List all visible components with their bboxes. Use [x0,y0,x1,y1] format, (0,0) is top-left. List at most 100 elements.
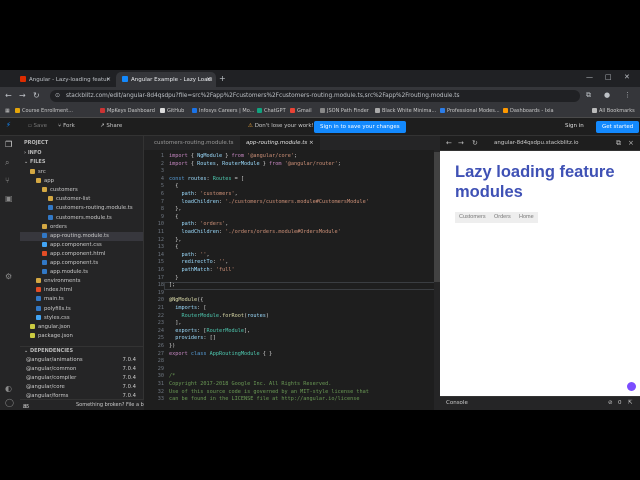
reload-icon[interactable]: ↻ [472,139,478,147]
fork-button[interactable]: ⑂ Fork [58,123,75,129]
reload-icon[interactable]: ↻ [33,91,40,100]
clear-console-icon[interactable]: ⊘ [608,400,613,406]
folder-item[interactable]: customer-list [20,195,143,204]
user-icon[interactable]: ◯ [5,398,14,407]
folder-item[interactable]: app [20,177,143,186]
file-item[interactable]: package.json [20,332,143,341]
bookmark[interactable]: Infosys Careers | Mo... [192,108,254,114]
line-number: 32 [157,388,164,395]
bookmark[interactable]: Gmail [290,108,312,114]
nav-link-customers[interactable]: Customers [455,212,490,223]
dependency-name: @angular/core [26,384,65,390]
new-tab-button[interactable]: + [219,74,226,83]
close-icon[interactable]: × [307,140,314,146]
menu-icon[interactable]: ⋮ [624,91,631,99]
close-window-icon[interactable]: ✕ [624,73,630,81]
file-item[interactable]: app.component.html [20,250,143,259]
file-item[interactable]: index.html [20,286,143,295]
git-icon[interactable]: ⑂ [5,176,10,185]
minimize-icon[interactable]: — [586,73,593,81]
bug-report-link[interactable]: Something broken? File a bug! [76,402,152,408]
file-item[interactable]: app.component.ts [20,259,143,268]
file-item[interactable]: app.component.css [20,241,143,250]
tab-app-routing[interactable]: app-routing.module.ts × [240,136,320,150]
file-item[interactable]: app-routing.module.ts [20,231,143,241]
preview-url[interactable]: angular-8d4qsdpu.stackblitz.io [494,140,579,146]
browser-tab[interactable]: Angular - Lazy-loading featur × [14,72,116,87]
bookmark[interactable]: ChatGPT [257,108,286,114]
nav-link-home[interactable]: Home [515,212,538,223]
bookmark[interactable]: JSON Path Finder [320,108,369,114]
info-section[interactable]: › INFO [20,149,143,158]
console-tab[interactable]: Console [446,400,468,406]
bookmark-label: JSON Path Finder [327,108,369,114]
extensions-icon[interactable]: ⧉ [586,91,591,100]
dependency-item[interactable]: @angular/core 7.0.4 [20,383,143,392]
line-number: 15 [157,259,164,266]
file-item[interactable]: customers.module.ts [20,214,143,223]
folder-item[interactable]: orders [20,223,143,232]
forward-icon[interactable]: → [19,91,26,100]
file-item[interactable]: polyfills.ts [20,305,143,314]
close-icon[interactable]: × [106,76,111,83]
sign-in-button[interactable]: Sign in [565,123,584,129]
bookmark[interactable]: Black White Minima... [375,108,436,114]
editor-tabs: customers-routing.module.ts app-routing.… [144,136,440,150]
open-new-window-icon[interactable]: ⧉ [616,139,621,148]
back-icon[interactable]: ← [5,91,12,100]
bookmark[interactable]: Course Enrollment... [15,108,73,114]
tab-label: app-routing.module.ts [246,140,308,146]
expand-icon[interactable]: ⇱ [628,400,633,406]
line-number: 29 [157,365,164,372]
code-editor[interactable]: 1 import { NgModule } from '@angular/core… [144,150,440,410]
bookmark[interactable]: GitHub [160,108,184,114]
ts-file-icon [42,260,47,265]
settings-icon[interactable]: ⚙ [5,272,12,281]
search-icon[interactable]: ⌕ [5,158,9,168]
share-button[interactable]: ↗ Share [100,123,122,129]
dependency-item[interactable]: @angular/compiler 7.0.4 [20,374,143,383]
line-number: 7 [160,198,164,205]
extensions-icon[interactable]: ▣ [5,194,13,203]
back-icon[interactable]: ← [446,139,452,147]
file-item[interactable]: customers-routing.module.ts [20,204,143,213]
file-item[interactable]: main.ts [20,295,143,304]
bookmark[interactable]: Professional Modes... [440,108,500,114]
sign-in-to-save-button[interactable]: Sign in to save your changes [314,121,406,133]
info-label: INFO [27,150,42,156]
file-item[interactable]: app.module.ts [20,268,143,277]
browser-tab-active[interactable]: Angular Example - Lazy Loadi × [116,72,216,87]
folder-item[interactable]: environments [20,277,143,286]
ts-file-icon [48,205,53,211]
tab-customers-routing[interactable]: customers-routing.module.ts [148,136,240,150]
dependency-item[interactable]: @angular/animations 7.0.4 [20,356,143,365]
file-name: app-routing.module.ts [50,232,109,239]
dependencies-section[interactable]: ⌄ DEPENDENCIES [20,346,143,355]
close-icon[interactable]: × [206,76,211,83]
all-bookmarks[interactable]: All Bookmarks [592,108,635,114]
bookmark[interactable]: Dashboards - Ixia [503,108,554,114]
folder-item[interactable]: customers [20,186,143,195]
file-item[interactable]: styles.css [20,314,143,323]
get-started-button[interactable]: Get started [596,121,640,133]
folder-item[interactable]: src [20,168,143,177]
file-item[interactable]: angular.json [20,323,143,332]
dependency-item[interactable]: @angular/common 7.0.4 [20,365,143,374]
close-icon[interactable]: × [628,139,634,147]
apps-icon[interactable]: ▦ [5,108,10,114]
nav-link-orders[interactable]: Orders [490,212,515,223]
files-section[interactable]: ⌄ FILES [20,158,143,167]
maximize-icon[interactable]: □ [605,73,612,81]
profile-icon[interactable]: ● [604,91,610,99]
forward-icon[interactable]: → [458,139,464,147]
code-line: }, [169,206,182,213]
save-button[interactable]: ▫ Save [28,123,47,129]
files-icon[interactable]: ❐ [5,140,12,149]
address-bar[interactable]: ⊙ stackblitz.com/edit/angular-8d4qsdpu?f… [50,90,580,102]
stackblitz-logo-icon[interactable]: ⚡ [6,121,11,129]
bookmark[interactable]: MpKeys Dashboard [100,108,155,114]
project-header[interactable]: PROJECT [20,139,143,148]
file-name: app.component.ts [50,260,99,266]
theme-icon[interactable]: ◐ [5,384,12,393]
assistant-bubble-icon[interactable] [627,382,636,391]
